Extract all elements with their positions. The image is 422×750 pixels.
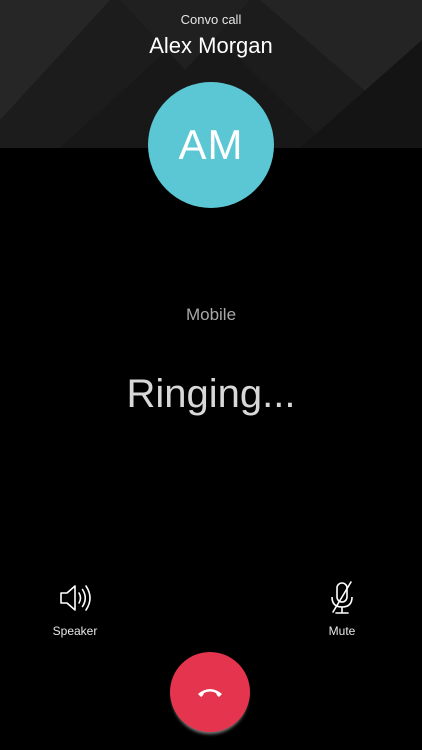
speaker-icon xyxy=(60,585,91,611)
call-type-label: Convo call xyxy=(180,12,242,27)
microphone-muted-icon xyxy=(331,581,353,614)
phone-type-label: Mobile xyxy=(185,305,237,324)
mute-button[interactable]: Mute xyxy=(297,578,387,638)
end-call-button[interactable] xyxy=(170,652,250,732)
avatar-initials: AM xyxy=(178,121,244,168)
hang-up-icon xyxy=(198,689,222,697)
contact-avatar: AM xyxy=(148,82,274,208)
speaker-button[interactable]: Speaker xyxy=(30,578,120,638)
mute-label: Mute xyxy=(328,624,356,638)
call-status: Ringing... xyxy=(126,372,296,416)
speaker-label: Speaker xyxy=(52,624,98,638)
contact-name: Alex Morgan xyxy=(149,33,273,58)
